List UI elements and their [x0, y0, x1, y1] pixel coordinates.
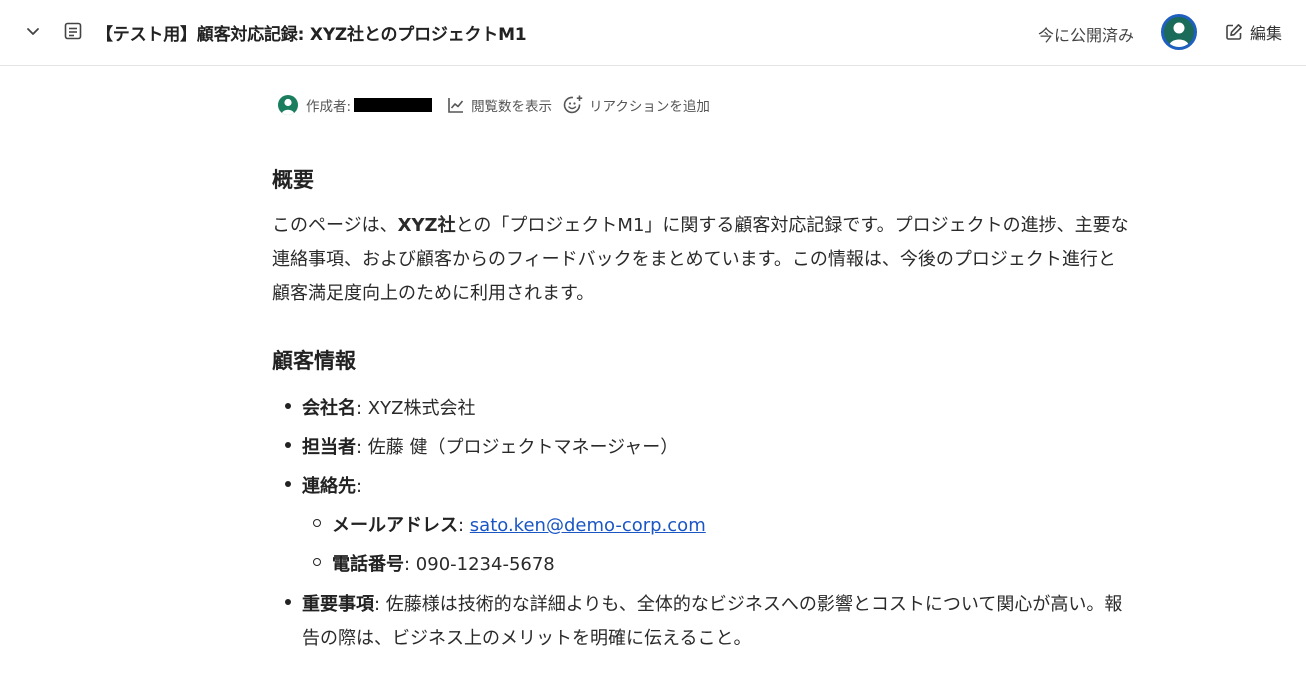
- phone-label: 電話番号: [332, 554, 404, 575]
- manager-value: : 佐藤 健（プロジェクトマネージャー）: [356, 437, 679, 458]
- overview-text-pre: このページは、: [272, 215, 398, 236]
- page-meta: 作成者: 閲覧数を表示 リアクションを追加: [278, 94, 720, 116]
- list-item-important: 重要事項: 佐藤様は技術的な詳細よりも、全体的なビジネスへの影響とコストについて…: [302, 590, 1122, 616]
- email-colon: :: [458, 515, 470, 536]
- phone-value: : 090-1234-5678: [404, 554, 555, 575]
- edit-button[interactable]: 編集: [1224, 20, 1282, 44]
- publish-status: 今に公開済み: [1038, 26, 1135, 45]
- author-name-redacted: [354, 98, 433, 112]
- add-reaction-label: リアクションを追加: [589, 99, 710, 115]
- list-item-company: 会社名: XYZ株式会社: [302, 394, 475, 420]
- analytics-icon: [448, 98, 464, 113]
- company-label: 会社名: [302, 398, 356, 419]
- list-item-phone: 電話番号: 090-1234-5678: [332, 550, 555, 576]
- overview-text-post: との「プロジェクトM1」に関する顧客対応記録です。プロジェクトの進捗、主要な: [455, 215, 1129, 236]
- page-icon: [64, 22, 82, 40]
- user-icon: [1169, 22, 1189, 47]
- bullet-dot: [285, 442, 291, 448]
- overview-heading: 概要: [272, 168, 314, 192]
- page-header: 【テスト用】顧客対応記録: XYZ社とのプロジェクトM1 今に公開済み 編集: [0, 0, 1306, 66]
- bullet-dot: [285, 403, 291, 409]
- overview-line-1: このページは、XYZ社との「プロジェクトM1」に関する顧客対応記録です。プロジェ…: [272, 209, 1232, 243]
- pencil-icon: [1226, 24, 1242, 40]
- company-value: : XYZ株式会社: [356, 398, 476, 419]
- contact-colon: :: [356, 476, 363, 497]
- overview-line-3: 顧客満足度向上のために利用されます。: [272, 283, 595, 304]
- chevron-down-icon[interactable]: [24, 22, 42, 40]
- important-label: 重要事項: [302, 594, 374, 615]
- author-label: 作成者:: [306, 99, 352, 115]
- list-item-manager: 担当者: 佐藤 健（プロジェクトマネージャー）: [302, 433, 678, 459]
- emoji-add-icon: [563, 95, 583, 114]
- list-item-email: メールアドレス: sato.ken@demo-corp.com: [332, 511, 706, 537]
- list-item-important-cont: 告の際は、ビジネス上のメリットを明確に伝えること。: [302, 628, 752, 649]
- overview-paragraph: このページは、XYZ社との「プロジェクトM1」に関する顧客対応記録です。プロジェ…: [272, 209, 1232, 311]
- manager-label: 担当者: [302, 437, 356, 458]
- bullet-dot: [285, 481, 291, 487]
- bullet-circle: [313, 558, 321, 566]
- customer-heading: 顧客情報: [272, 349, 356, 373]
- edit-label: 編集: [1250, 24, 1283, 43]
- add-reaction-button[interactable]: リアクションを追加: [562, 94, 710, 116]
- email-label: メールアドレス: [332, 515, 458, 536]
- overview-text-bold: XYZ社: [397, 215, 456, 236]
- email-link[interactable]: sato.ken@demo-corp.com: [470, 515, 706, 536]
- bullet-circle: [313, 519, 321, 527]
- important-line-1: : 佐藤様は技術的な詳細よりも、全体的なビジネスへの影響とコストについて関心が高…: [374, 594, 1123, 615]
- page-title: 【テスト用】顧客対応記録: XYZ社とのプロジェクトM1: [96, 25, 527, 45]
- author-avatar: [278, 95, 298, 115]
- user-icon: [281, 98, 295, 115]
- contact-label: 連絡先: [302, 476, 356, 497]
- overview-line-2: 連絡事項、および顧客からのフィードバックをまとめています。この情報は、今後のプロ…: [272, 249, 1116, 270]
- view-count-button[interactable]: 閲覧数を表示: [446, 95, 552, 115]
- list-item-contact: 連絡先:: [302, 472, 362, 498]
- user-avatar[interactable]: [1161, 14, 1197, 50]
- view-count-label: 閲覧数を表示: [471, 99, 553, 115]
- bullet-dot: [285, 599, 291, 605]
